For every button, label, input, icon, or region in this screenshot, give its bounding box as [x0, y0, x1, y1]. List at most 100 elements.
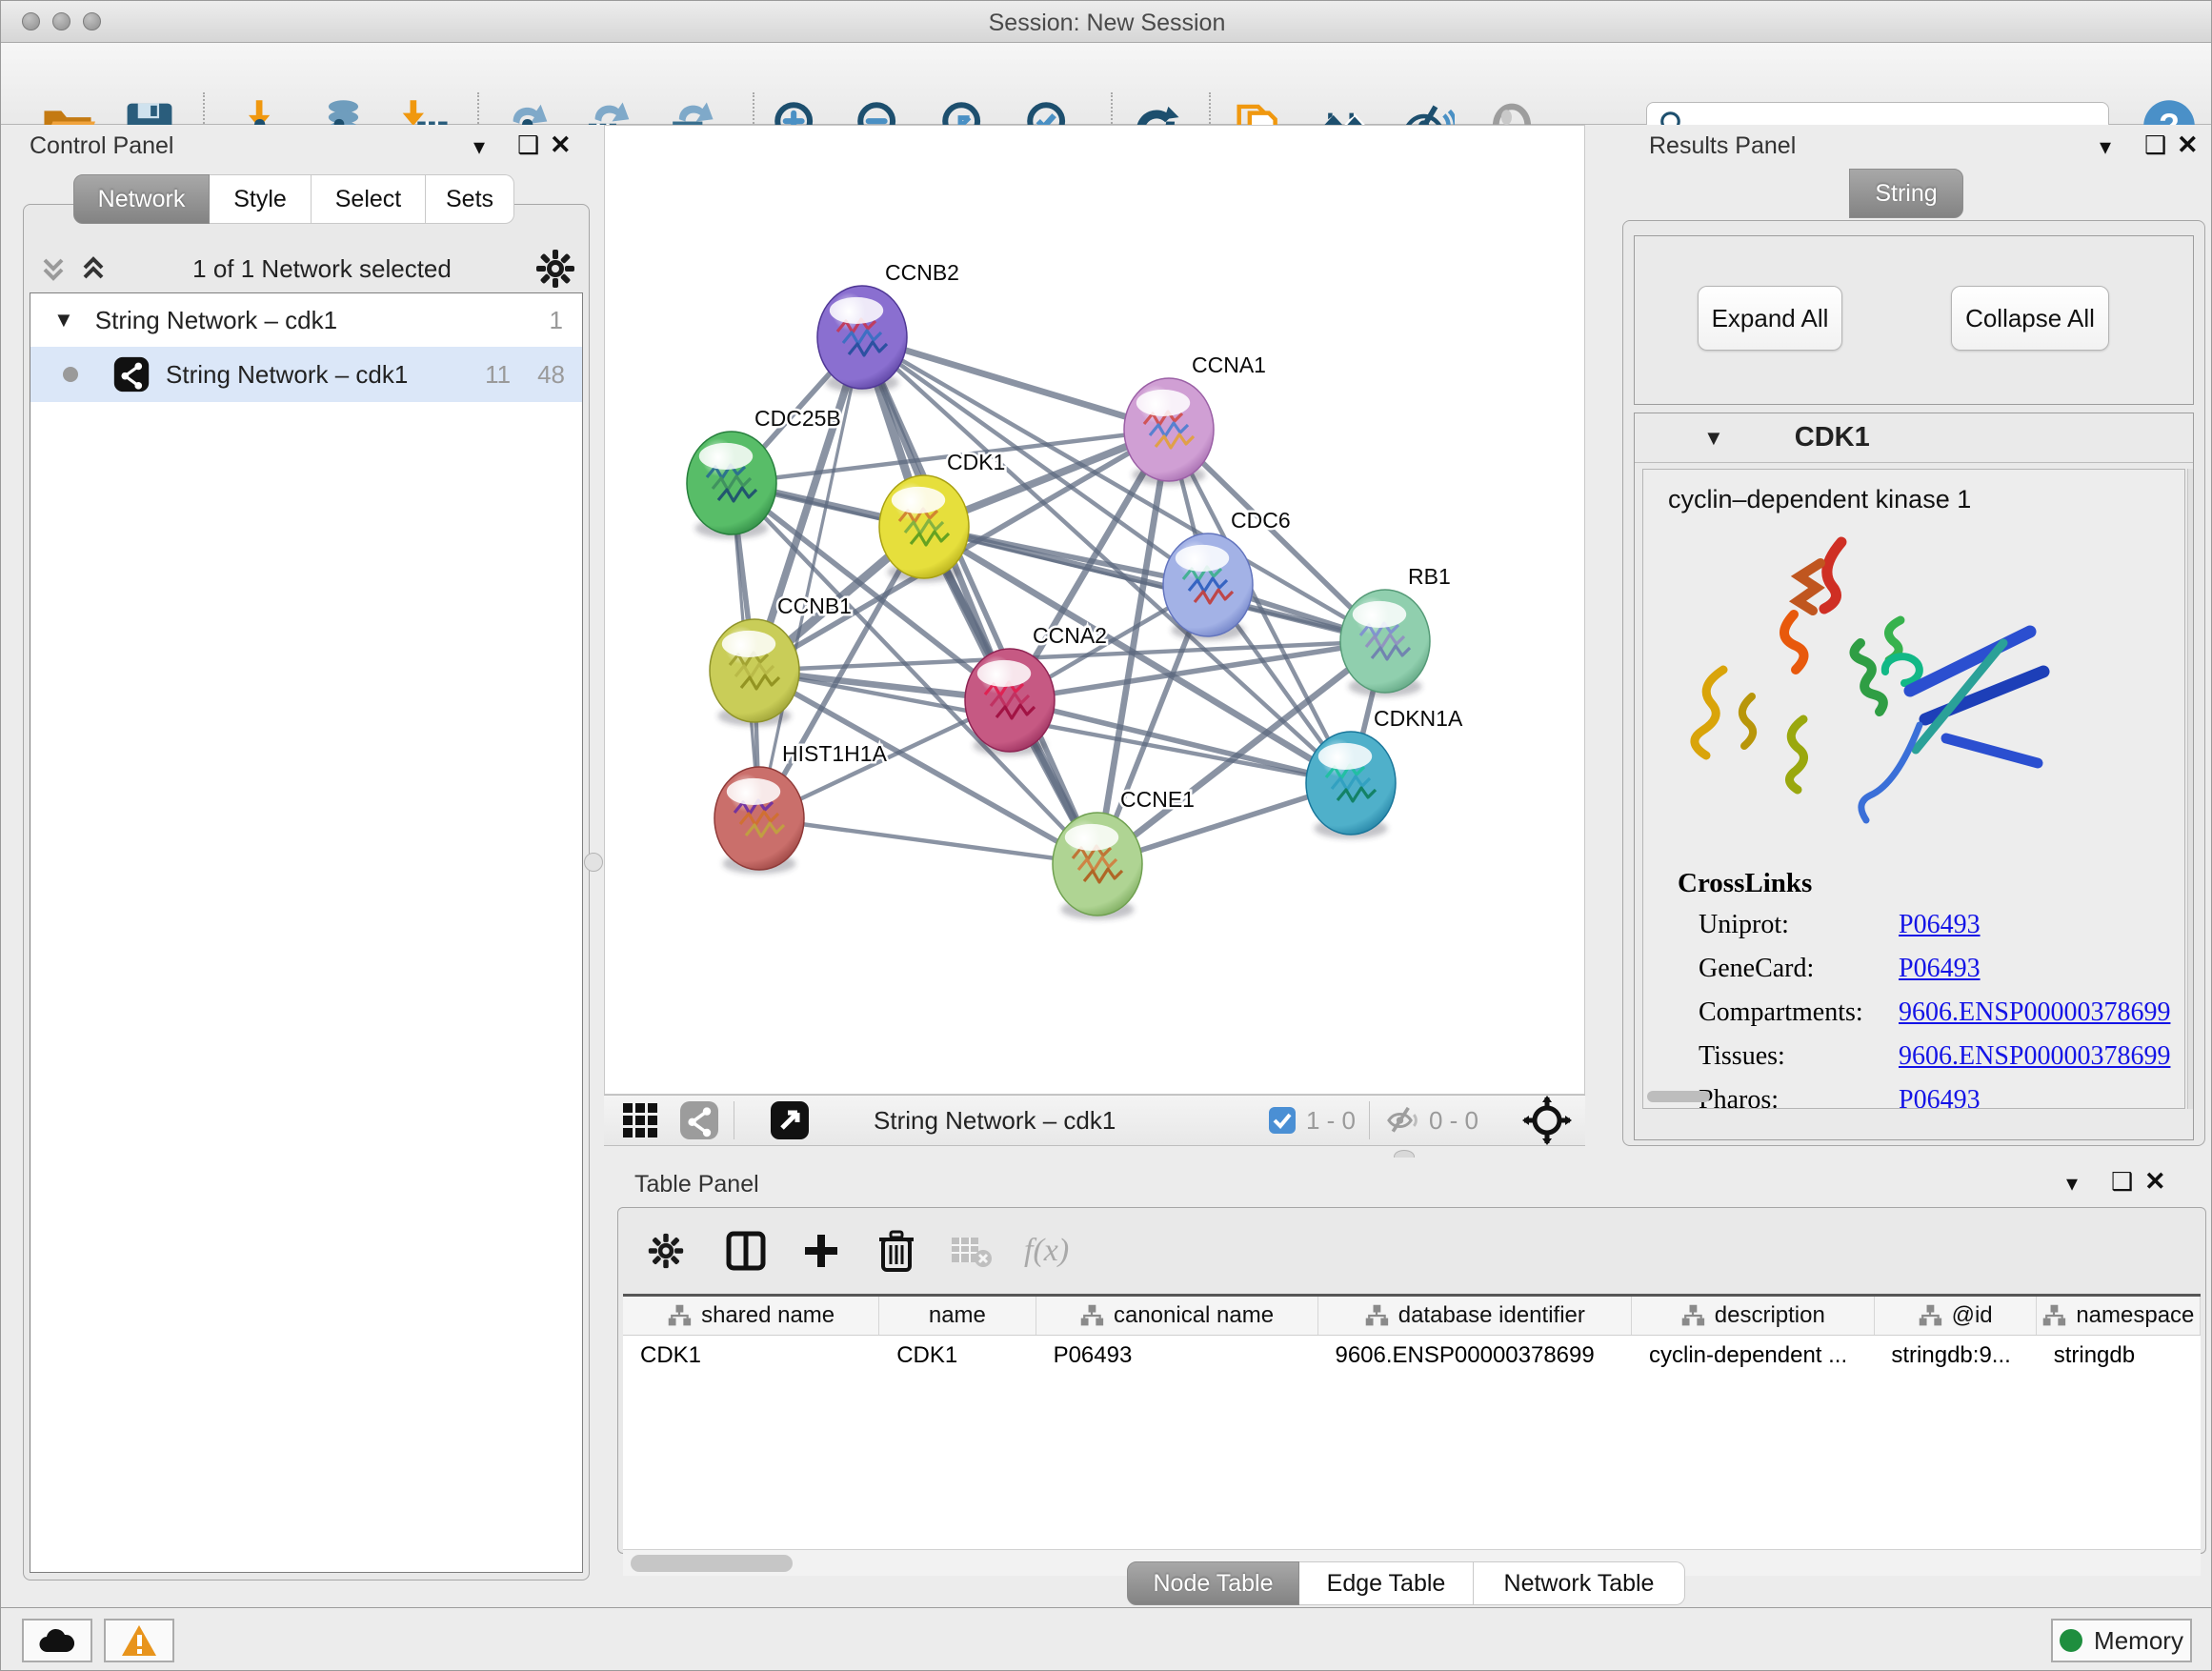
add-column-icon[interactable] [801, 1231, 841, 1271]
crosslink-value-link[interactable]: P06493 [1899, 910, 1981, 940]
collapse-gene-icon[interactable]: ▼ [1703, 426, 1724, 451]
network-view[interactable]: CCNB2CCNA1CDC25BCDK1CDC6RB1CCNB1CCNA2CDK… [604, 125, 1585, 1095]
table-cell[interactable]: cyclin-dependent ... [1632, 1336, 1874, 1376]
table-row[interactable]: CDK1CDK1P064939606.ENSP00000378699cyclin… [623, 1336, 2201, 1376]
cloud-button[interactable] [22, 1619, 92, 1662]
tree-expand-icon[interactable]: ▼ [53, 308, 74, 332]
node-CDKN1A[interactable]: CDKN1A [1306, 706, 1463, 838]
network-row[interactable]: String Network – cdk1 11 48 [30, 347, 582, 402]
panel-close-icon[interactable]: ✕ [2177, 132, 2199, 158]
crosslink-row: Compartments:9606.ENSP00000378699 [1699, 997, 2175, 1028]
edge-CDK1-RB1[interactable] [924, 527, 1385, 641]
columns-icon[interactable] [725, 1230, 767, 1272]
panel-float-icon[interactable]: ❑ [2111, 1169, 2133, 1194]
table-cell[interactable]: CDK1 [623, 1336, 879, 1376]
network-list: ▼ String Network – cdk1 1 String Network… [30, 292, 583, 1573]
edge-HIST1H1A-CCNE1[interactable] [759, 818, 1097, 864]
node-CCNA1[interactable]: CCNA1 [1124, 352, 1266, 485]
panel-close-icon[interactable]: ✕ [2144, 1169, 2166, 1195]
column-header-canonical-name[interactable]: canonical name [1036, 1297, 1318, 1335]
tab-network[interactable]: Network [73, 174, 210, 224]
column-header-name[interactable]: name [879, 1297, 1036, 1335]
crosslink-value-link[interactable]: P06493 [1899, 954, 1981, 984]
fit-crosshair-icon[interactable] [1522, 1096, 1572, 1145]
control-panel-title: Control Panel [30, 132, 173, 160]
tab-node-table[interactable]: Node Table [1127, 1561, 1299, 1605]
network-canvas[interactable]: CCNB2CCNA1CDC25BCDK1CDC6RB1CCNB1CCNA2CDK… [605, 126, 1584, 1094]
node-CCNB2[interactable]: CCNB2 [817, 260, 959, 393]
panel-close-icon[interactable]: ✕ [550, 132, 572, 158]
crosslink-label: Pharos: [1699, 1085, 1899, 1109]
table-cell[interactable]: P06493 [1036, 1336, 1318, 1376]
left-splitter-handle[interactable] [584, 853, 603, 872]
column-header-shared-name[interactable]: shared name [623, 1297, 879, 1335]
expand-collapse-box: Expand All Collapse All [1634, 235, 2194, 405]
column-header-description[interactable]: description [1632, 1297, 1874, 1335]
warnings-button[interactable] [104, 1619, 174, 1662]
network-view-title: String Network – cdk1 [874, 1106, 1116, 1136]
table-box: f(x) shared namenamecanonical namedataba… [617, 1207, 2206, 1554]
results-panel-title: Results Panel [1649, 132, 1796, 160]
tab-select[interactable]: Select [312, 174, 426, 224]
table-cell[interactable]: 9606.ENSP00000378699 [1317, 1336, 1632, 1376]
column-header-namespace[interactable]: namespace [2037, 1297, 2201, 1335]
selected-checkbox-icon[interactable] [1268, 1106, 1297, 1135]
expand-all-button[interactable]: Expand All [1698, 286, 1842, 351]
crosslinks-title: CrossLinks [1678, 868, 1812, 899]
panel-menu-icon[interactable]: ▾ [2100, 136, 2111, 159]
table-cell[interactable]: stringdb:9... [1874, 1336, 2036, 1376]
table-gear-icon[interactable] [647, 1232, 685, 1270]
tab-edge-table[interactable]: Edge Table [1299, 1561, 1474, 1605]
grid-view-icon[interactable] [619, 1099, 661, 1141]
node-label-CCNA2: CCNA2 [1033, 623, 1107, 648]
vertical-scrollbar[interactable] [2187, 469, 2193, 1109]
crosslink-label: GeneCard: [1699, 954, 1899, 984]
crosslink-value-link[interactable]: 9606.ENSP00000378699 [1899, 997, 2170, 1028]
open-view-icon[interactable] [769, 1099, 811, 1141]
gene-header[interactable]: ▼ CDK1 [1635, 413, 2193, 463]
gene-description: cyclin–dependent kinase 1 [1668, 485, 2184, 514]
control-panel-tabs: Network Style Select Sets [73, 174, 514, 224]
hidden-eye-icon[interactable] [1383, 1102, 1419, 1138]
node-HIST1H1A[interactable]: HIST1H1A [714, 741, 888, 874]
node-label-CCNA1: CCNA1 [1192, 352, 1266, 377]
collapse-all-icon[interactable] [37, 252, 70, 285]
collapse-all-button[interactable]: Collapse All [1951, 286, 2109, 351]
edge-CCNB2-CCNE1[interactable] [862, 337, 1097, 864]
tab-style[interactable]: Style [210, 174, 312, 224]
edge-CCNB2-CCNA1[interactable] [862, 337, 1169, 430]
gene-symbol: CDK1 [1795, 422, 1870, 453]
crosslink-value-link[interactable]: P06493 [1899, 1085, 1981, 1109]
network-collection-row[interactable]: ▼ String Network – cdk1 1 [30, 293, 582, 347]
tab-string[interactable]: String [1849, 169, 1963, 218]
column-label: namespace [2076, 1302, 2194, 1329]
crosslink-row: Tissues:9606.ENSP00000378699 [1699, 1041, 2175, 1072]
expand-all-icon[interactable] [77, 252, 110, 285]
panel-float-icon[interactable]: ❑ [2144, 132, 2166, 157]
table-hscrollbar-thumb[interactable] [631, 1555, 793, 1572]
crosslink-row: Pharos:P06493 [1699, 1085, 2175, 1109]
table-cell[interactable]: CDK1 [879, 1336, 1036, 1376]
status-bar: Memory [1, 1607, 2212, 1671]
node-label-CDK1: CDK1 [947, 450, 1005, 474]
column-header--id[interactable]: @id [1875, 1297, 2037, 1335]
panel-menu-icon[interactable]: ▾ [473, 136, 485, 159]
table-header-row[interactable]: shared namenamecanonical namedatabase id… [623, 1294, 2201, 1336]
delete-column-icon[interactable] [877, 1230, 915, 1272]
table-cell[interactable]: stringdb [2037, 1336, 2201, 1376]
crosslink-label: Uniprot: [1699, 910, 1899, 940]
gene-section: ▼ CDK1 cyclin–dependent kinase 1 CrossLi… [1634, 413, 2194, 1140]
node-RB1[interactable]: RB1 [1340, 564, 1451, 696]
memory-button[interactable]: Memory [2051, 1619, 2192, 1662]
gear-icon[interactable] [534, 248, 576, 290]
crosslink-value-link[interactable]: 9606.ENSP00000378699 [1899, 1041, 2170, 1072]
horizontal-scrollbar[interactable] [1647, 1091, 1710, 1102]
node-CCNB1[interactable]: CCNB1 [710, 594, 852, 726]
panel-menu-icon[interactable]: ▾ [2066, 1173, 2078, 1196]
tab-network-table[interactable]: Network Table [1474, 1561, 1685, 1605]
tab-sets[interactable]: Sets [426, 174, 514, 224]
network-collection-label: String Network – cdk1 [95, 306, 337, 335]
network-overview-icon[interactable] [678, 1099, 720, 1141]
panel-float-icon[interactable]: ❑ [517, 132, 539, 157]
column-header-database-identifier[interactable]: database identifier [1318, 1297, 1633, 1335]
